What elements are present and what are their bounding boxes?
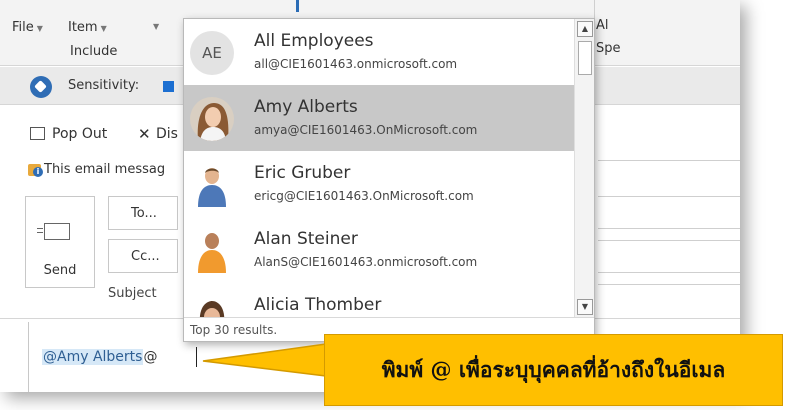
- file-menu-label: File: [12, 20, 34, 35]
- sensitivity-label: Sensitivity:: [68, 78, 140, 93]
- mention-text[interactable]: @Amy Alberts@: [42, 349, 157, 365]
- mention-suggestion-list[interactable]: AE All Employees all@CIE1601463.onmicros…: [183, 18, 595, 342]
- field-divider: [598, 160, 740, 161]
- chevron-down-icon: ▼: [36, 24, 43, 33]
- suggestion-item-selected[interactable]: Amy Alberts amya@CIE1601463.OnMicrosoft.…: [184, 85, 576, 151]
- send-button[interactable]: Send: [25, 196, 95, 288]
- field-divider: [598, 240, 740, 241]
- pop-out-button[interactable]: Pop Out: [52, 126, 107, 142]
- suggestion-email: ericg@CIE1601463.OnMicrosoft.com: [254, 189, 474, 203]
- mention-at-char: @: [143, 349, 158, 365]
- suggestion-name: Eric Gruber: [254, 163, 351, 183]
- field-divider: [598, 272, 740, 273]
- close-icon[interactable]: ✕: [138, 125, 151, 143]
- suggestion-name: Alicia Thomber: [254, 295, 382, 315]
- item-menu-label: Item: [68, 20, 98, 35]
- suggestion-email: amya@CIE1601463.OnMicrosoft.com: [254, 123, 478, 137]
- item-menu[interactable]: Item ▼: [68, 20, 107, 35]
- suggestion-item[interactable]: Eric Gruber ericg@CIE1601463.OnMicrosoft…: [184, 151, 576, 217]
- pop-out-icon[interactable]: [30, 127, 45, 140]
- compose-actions: Pop Out ✕ Dis: [0, 124, 200, 146]
- scrollbar[interactable]: ▲ ▼: [574, 19, 594, 317]
- avatar: [190, 163, 234, 207]
- callout-box: พิมพ์ @ เพื่อระบุบุคคลที่อ้างถึงในอีเมล: [324, 334, 783, 406]
- chevron-down-icon: ▼: [153, 22, 160, 31]
- callout-text: พิมพ์ @ เพื่อระบุบุคคลที่อ้างถึงในอีเมล: [381, 356, 726, 382]
- cc-button[interactable]: Cc...: [108, 239, 178, 273]
- send-envelope-icon: [37, 223, 70, 240]
- field-divider: [598, 228, 740, 229]
- ribbon-right-clipped-top: Al: [596, 18, 609, 33]
- suggestion-email: AlanS@CIE1601463.onmicrosoft.com: [254, 255, 478, 269]
- mention-chip[interactable]: @Amy Alberts: [42, 349, 144, 365]
- suggestion-name: All Employees: [254, 31, 374, 51]
- text-cursor: [196, 347, 197, 367]
- subject-label: Subject: [108, 286, 157, 301]
- scroll-up-arrow-icon[interactable]: ▲: [577, 21, 593, 37]
- suggestion-email: all@CIE1601463.onmicrosoft.com: [254, 57, 458, 71]
- suggestion-name: Amy Alberts: [254, 97, 358, 117]
- info-icon: [28, 164, 43, 177]
- ribbon-right-clipped-bottom: Spe: [596, 41, 621, 56]
- field-divider: [598, 196, 740, 197]
- discard-button[interactable]: Dis: [156, 126, 178, 142]
- avatar: [190, 229, 234, 273]
- sensitivity-color-icon[interactable]: [163, 81, 174, 92]
- suggestion-item[interactable]: Alan Steiner AlanS@CIE1601463.onmicrosof…: [184, 217, 576, 283]
- ribbon-accent-mark: [296, 0, 299, 12]
- sensitivity-tag-icon[interactable]: [30, 76, 52, 98]
- more-dropdown[interactable]: ▼: [150, 18, 159, 33]
- suggestion-item[interactable]: AE All Employees all@CIE1601463.onmicros…: [184, 19, 576, 85]
- avatar: [190, 97, 234, 141]
- info-bar: This email messag: [0, 161, 200, 181]
- file-menu[interactable]: File ▼: [12, 20, 43, 35]
- suggestion-name: Alan Steiner: [254, 229, 358, 249]
- ribbon-group-label: Include: [70, 44, 118, 59]
- scroll-thumb[interactable]: [578, 41, 592, 75]
- scroll-down-arrow-icon[interactable]: ▼: [577, 299, 593, 315]
- ribbon-right-clipped: Al Spe: [596, 18, 621, 56]
- to-button[interactable]: To...: [108, 196, 178, 230]
- send-label: Send: [43, 263, 77, 278]
- avatar: AE: [190, 31, 234, 75]
- field-divider: [598, 284, 740, 285]
- chevron-down-icon: ▼: [100, 24, 107, 33]
- info-message: This email messag: [44, 162, 166, 177]
